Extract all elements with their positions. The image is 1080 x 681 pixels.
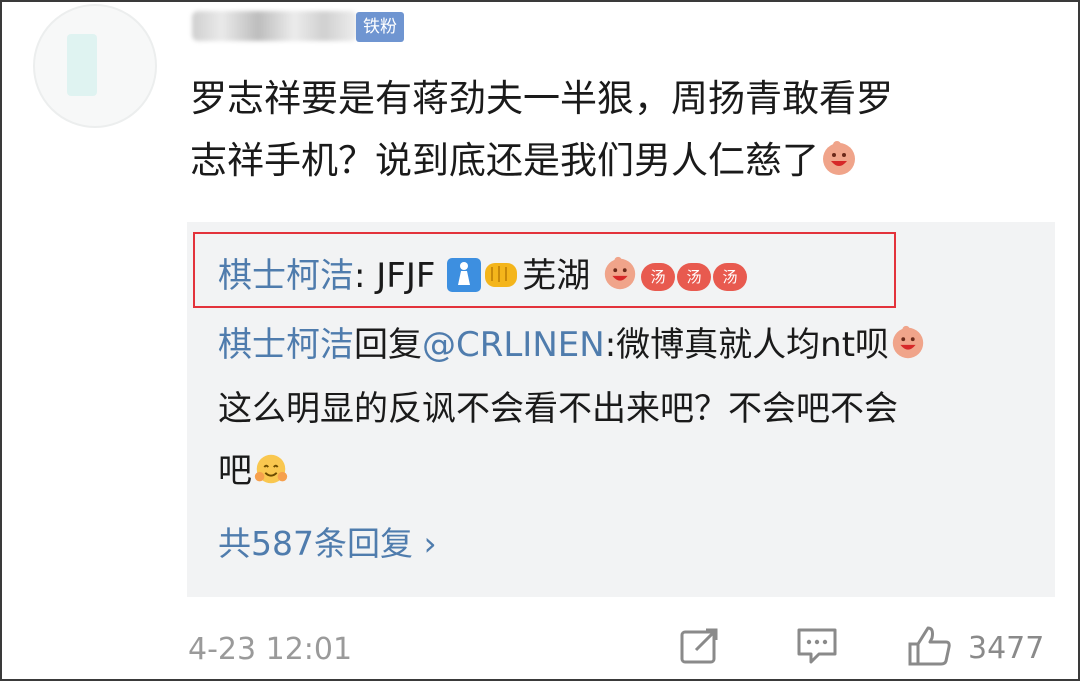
laugh-emoji-icon bbox=[601, 255, 639, 309]
fist-icon bbox=[482, 255, 522, 309]
like-count: 3477 bbox=[968, 630, 1045, 666]
timestamp: 4-23 12:01 bbox=[188, 632, 353, 667]
pill-emoji-icon: 汤 bbox=[677, 263, 712, 291]
fan-badge: 铁粉 bbox=[356, 12, 404, 42]
comment-line-1: 罗志祥要是有蒋劲夫一半狠，周扬青敢看罗 bbox=[190, 77, 893, 120]
reply-author[interactable]: 棋士柯洁 bbox=[218, 325, 354, 365]
like-icon bbox=[906, 624, 954, 672]
comment-button[interactable] bbox=[795, 628, 839, 668]
restroom-woman-icon bbox=[446, 255, 482, 309]
hug-emoji-icon bbox=[252, 450, 290, 504]
blurred-name bbox=[192, 11, 357, 41]
comment-line-2: 志祥手机？说到底还是我们男人仁慈了 bbox=[190, 130, 1060, 198]
like-button[interactable]: 3477 bbox=[906, 626, 1045, 668]
share-button[interactable] bbox=[678, 628, 722, 668]
reply-author[interactable]: 棋士柯洁 bbox=[218, 256, 354, 296]
mention-link[interactable]: @CRLINEN bbox=[422, 325, 605, 365]
laugh-emoji-icon bbox=[889, 324, 927, 378]
pill-emoji-icon: 汤 bbox=[641, 263, 676, 291]
avatar[interactable] bbox=[33, 4, 157, 128]
reply-line-1[interactable]: 棋士柯洁回复@CRLINEN:微博真就人均nt呗 bbox=[218, 318, 927, 378]
comment-icon bbox=[795, 626, 839, 670]
share-icon bbox=[678, 626, 722, 670]
comment-text: 罗志祥要是有蒋劲夫一半狠，周扬青敢看罗 志祥手机？说到底还是我们男人仁慈了 bbox=[190, 68, 1060, 198]
view-more-replies-link[interactable]: 共587条回复 › bbox=[218, 517, 437, 565]
laugh-emoji-icon bbox=[819, 136, 859, 198]
username-blurred[interactable] bbox=[192, 6, 357, 46]
reply-line-3: 吧 bbox=[218, 444, 290, 504]
pill-emoji-icon: 汤 bbox=[713, 263, 748, 291]
reply-line-2: 这么明显的反讽不会看不出来吧？不会吧不会 bbox=[218, 389, 898, 429]
reply-highlighted[interactable]: 棋士柯洁: JFJF 芜湖 汤汤汤 bbox=[218, 249, 748, 309]
